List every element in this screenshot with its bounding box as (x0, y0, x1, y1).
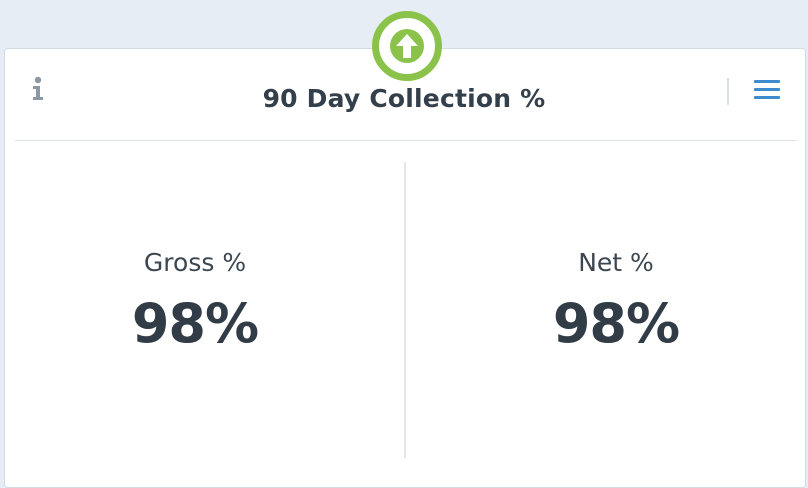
gross-value: 98% (131, 292, 259, 355)
net-label: Net % (578, 248, 654, 277)
trend-up-badge (372, 11, 442, 81)
menu-bar (754, 88, 780, 91)
widget-title: 90 Day Collection % (262, 84, 546, 113)
menu-bar (754, 80, 780, 83)
menu-bar (754, 96, 780, 99)
net-metric: Net % 98% (426, 246, 806, 356)
net-value: 98% (552, 292, 680, 355)
gross-label: Gross % (143, 248, 247, 277)
metrics-divider (404, 162, 406, 458)
header-divider (15, 140, 797, 141)
hamburger-menu-icon[interactable] (754, 80, 780, 102)
header-separator (727, 78, 729, 105)
arrow-up-icon (390, 29, 424, 63)
gross-metric: Gross % 98% (5, 246, 385, 356)
